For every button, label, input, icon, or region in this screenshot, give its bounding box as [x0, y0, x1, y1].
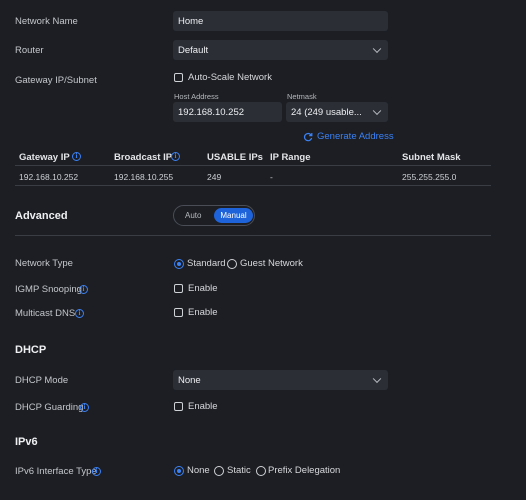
- autoscale-checkbox[interactable]: [174, 73, 183, 82]
- chevron-down-icon: [372, 106, 382, 116]
- cell-broadcast-ip: 192.168.10.255: [114, 172, 174, 182]
- info-icon[interactable]: i: [92, 467, 101, 476]
- network-name-value: Home: [178, 15, 204, 27]
- info-icon[interactable]: i: [171, 152, 180, 161]
- chevron-down-icon: [372, 374, 382, 384]
- ipv6-title: IPv6: [15, 436, 38, 448]
- host-address-label: Host Address: [174, 92, 219, 101]
- col-ip-range: IP Range: [270, 152, 311, 163]
- advanced-divider: [15, 235, 491, 236]
- ipv6-interface-label: IPv6 Interface Type: [15, 466, 97, 477]
- dhcp-guarding-checkbox[interactable]: [174, 402, 183, 411]
- gateway-label: Gateway IP/Subnet: [15, 75, 97, 86]
- generate-address-label: Generate Address: [317, 131, 394, 142]
- host-address-input[interactable]: 192.168.10.252: [173, 102, 282, 122]
- toggle-auto[interactable]: Auto: [185, 211, 201, 220]
- netmask-value: 24 (249 usable...: [291, 106, 362, 118]
- igmp-enable-label: Enable: [188, 283, 218, 294]
- dhcp-title: DHCP: [15, 344, 47, 356]
- igmp-checkbox[interactable]: [174, 284, 183, 293]
- dhcp-guarding-enable-label: Enable: [188, 401, 218, 412]
- col-gateway-ip: Gateway IP: [19, 152, 70, 163]
- mdns-checkbox[interactable]: [174, 308, 183, 317]
- dhcp-mode-select[interactable]: None: [173, 370, 388, 390]
- dhcp-mode-label: DHCP Mode: [15, 375, 69, 386]
- router-value: Default: [178, 44, 209, 56]
- dhcp-guarding-label: DHCP Guarding: [15, 402, 84, 413]
- ipv6-prefix-delegation-radio[interactable]: [256, 466, 266, 476]
- col-subnet-mask: Subnet Mask: [402, 152, 461, 163]
- router-select[interactable]: Default: [173, 40, 388, 60]
- ipv6-static-label: Static: [227, 465, 251, 476]
- info-icon[interactable]: i: [79, 285, 88, 294]
- chevron-down-icon: [372, 44, 382, 54]
- cell-gateway-ip: 192.168.10.252: [19, 172, 79, 182]
- network-name-input[interactable]: Home: [173, 11, 388, 31]
- auto-manual-toggle[interactable]: Auto Manual: [173, 205, 255, 226]
- network-type-standard-label: Standard: [187, 258, 226, 269]
- dhcp-mode-value: None: [178, 374, 201, 386]
- table-row-divider: [15, 185, 491, 186]
- cell-usable-ips: 249: [207, 172, 222, 182]
- table-header-divider: [15, 165, 491, 166]
- generate-address-button[interactable]: Generate Address: [303, 131, 394, 142]
- mdns-label: Multicast DNS: [15, 308, 76, 319]
- col-usable-ips: USABLE IPs: [207, 152, 263, 163]
- router-label: Router: [15, 45, 44, 56]
- advanced-title: Advanced: [15, 210, 68, 222]
- col-broadcast-ip: Broadcast IP: [114, 152, 173, 163]
- toggle-manual[interactable]: Manual: [214, 208, 253, 223]
- network-type-standard-radio[interactable]: [174, 259, 184, 269]
- host-address-value: 192.168.10.252: [178, 106, 245, 118]
- network-name-label: Network Name: [15, 16, 78, 27]
- network-type-guest-radio[interactable]: [227, 259, 237, 269]
- cell-subnet-mask: 255.255.255.0: [402, 172, 457, 182]
- cell-ip-range: -: [270, 172, 273, 182]
- ipv6-prefix-delegation-label: Prefix Delegation: [268, 465, 341, 476]
- network-type-guest-label: Guest Network: [240, 258, 303, 269]
- ipv6-static-radio[interactable]: [214, 466, 224, 476]
- netmask-label: Netmask: [287, 92, 317, 101]
- refresh-icon: [303, 132, 313, 141]
- autoscale-label: Auto-Scale Network: [188, 72, 272, 83]
- info-icon[interactable]: i: [72, 152, 81, 161]
- ipv6-none-radio[interactable]: [174, 466, 184, 476]
- igmp-label: IGMP Snooping: [15, 284, 82, 295]
- network-type-label: Network Type: [15, 258, 73, 269]
- info-icon[interactable]: i: [75, 309, 84, 318]
- netmask-select[interactable]: 24 (249 usable...: [286, 102, 388, 122]
- mdns-enable-label: Enable: [188, 307, 218, 318]
- info-icon[interactable]: i: [80, 403, 89, 412]
- ipv6-none-label: None: [187, 465, 210, 476]
